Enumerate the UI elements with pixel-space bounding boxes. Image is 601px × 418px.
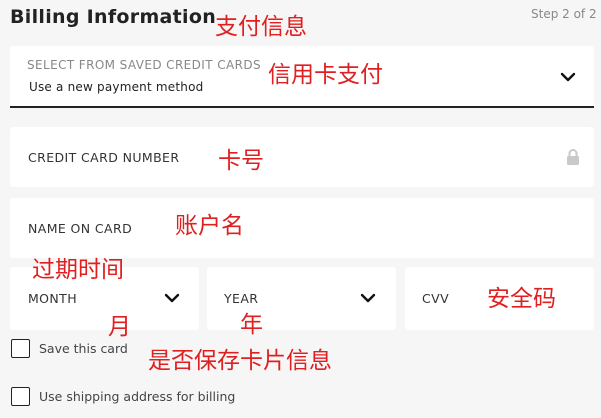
annotation-credit-card-payment: 信用卡支付: [268, 62, 383, 88]
annotation-payment-info: 支付信息: [215, 14, 307, 40]
cvv-label: CVV: [422, 291, 450, 306]
month-label: MONTH: [28, 291, 78, 306]
chevron-down-icon: [360, 293, 376, 303]
card-number-label: CREDIT CARD NUMBER: [28, 150, 180, 165]
save-card-checkbox[interactable]: [11, 339, 30, 358]
lock-icon: [567, 149, 579, 165]
saved-cards-value: Use a new payment method: [29, 80, 204, 94]
year-label: YEAR: [224, 291, 259, 306]
use-shipping-label: Use shipping address for billing: [39, 389, 236, 404]
annotation-expiry: 过期时间: [32, 257, 124, 283]
use-shipping-checkbox[interactable]: [11, 387, 30, 406]
annotation-month: 月: [108, 314, 131, 340]
annotation-account-name: 账户名: [175, 213, 244, 239]
page-title: Billing Information: [10, 6, 217, 28]
year-select[interactable]: YEAR: [207, 267, 396, 330]
step-indicator: Step 2 of 2: [531, 7, 597, 21]
name-on-card-label: NAME ON CARD: [28, 221, 133, 236]
saved-cards-label: SELECT FROM SAVED CREDIT CARDS: [27, 58, 261, 72]
annotation-save-card: 是否保存卡片信息: [148, 348, 332, 374]
card-number-field[interactable]: CREDIT CARD NUMBER: [10, 127, 594, 187]
chevron-down-icon: [560, 72, 576, 82]
annotation-card-number: 卡号: [218, 148, 264, 174]
annotation-year: 年: [240, 312, 263, 338]
annotation-security-code: 安全码: [487, 286, 556, 312]
name-on-card-field[interactable]: NAME ON CARD: [10, 198, 594, 258]
save-card-label: Save this card: [39, 341, 128, 356]
chevron-down-icon: [164, 293, 180, 303]
